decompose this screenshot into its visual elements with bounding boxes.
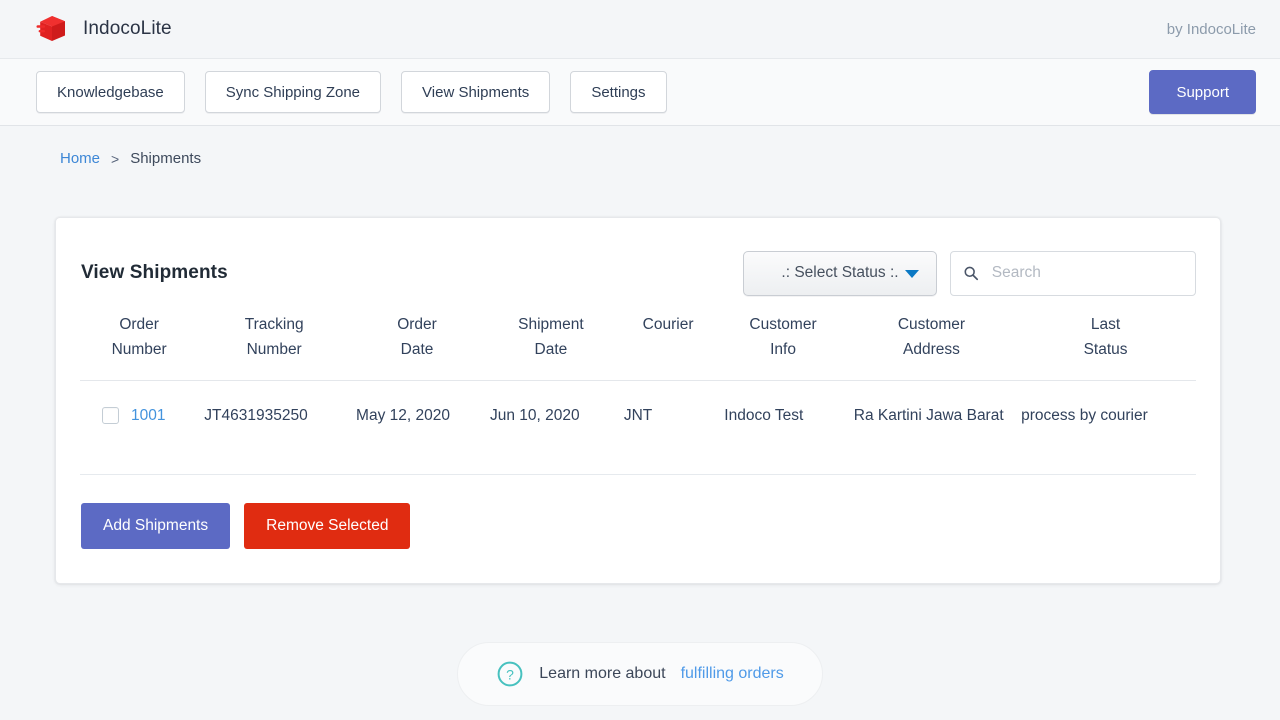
header-line-1: Shipment [518, 316, 584, 333]
header-line-1: Customer [897, 316, 966, 333]
brand-name: IndocoLite [83, 18, 172, 39]
remove-selected-button[interactable]: Remove Selected [244, 503, 411, 550]
help-text: Learn more about [539, 665, 666, 682]
breadcrumb: Home > Shipments [0, 126, 1280, 167]
nav-button-view-shipments[interactable]: View Shipments [401, 71, 551, 113]
breadcrumb-current: Shipments [130, 150, 202, 167]
nav-button-settings[interactable]: Settings [570, 71, 667, 113]
column-header-courier: Courier [617, 304, 719, 382]
search-input[interactable] [989, 263, 1183, 283]
column-header-customer-info: Customer Info [718, 304, 848, 382]
column-header-last-status: Last Status [1015, 304, 1196, 382]
header-line-2: Date [534, 341, 568, 359]
nav-button-sync-shipping-zone[interactable]: Sync Shipping Zone [204, 71, 382, 113]
column-header-order-date: Order Date [350, 304, 484, 382]
header-line-1: Order [397, 316, 437, 333]
search-box[interactable] [950, 250, 1196, 296]
column-header-order-number: Order Number [80, 304, 199, 382]
breadcrumb-separator: > [111, 150, 120, 167]
svg-text:?: ? [506, 666, 514, 682]
header-line-2: Number [111, 341, 167, 359]
cell-order-date: May 12, 2020 [356, 407, 450, 425]
header-line-1: Courier [642, 316, 694, 333]
table-row: 1001 JT4631935250 May 12, 2020 Jun 10, 2… [80, 381, 1196, 455]
cell-customer-info: Indoco Test [724, 407, 804, 425]
column-header-customer-address: Customer Address [847, 304, 1016, 382]
cell-order-number: 1001 [80, 381, 198, 455]
column-header-tracking-number: Tracking Number [198, 304, 351, 382]
question-circle-icon: ? [497, 661, 523, 687]
cell-customer-address: Ra Kartini Jawa Barat [853, 407, 1004, 425]
chevron-down-icon [905, 270, 919, 278]
page-title: View Shipments [81, 262, 228, 283]
breadcrumb-home-link[interactable]: Home [60, 150, 100, 167]
brand: IndocoLite [36, 12, 172, 46]
header-line-2: Number [246, 341, 302, 359]
header-line-2: Status [1083, 341, 1128, 359]
row-select-checkbox[interactable] [102, 407, 119, 425]
table-actions: Add Shipments Remove Selected [80, 503, 1196, 550]
cell-courier: JNT [623, 407, 653, 425]
app-header: IndocoLite by IndocoLite [0, 0, 1280, 58]
cell-tracking-number: JT4631935250 [204, 407, 308, 425]
cell-last-status: process by courier [1021, 407, 1148, 425]
help-pill: ? Learn more about fulfilling orders [457, 642, 823, 706]
support-button[interactable]: Support [1149, 70, 1256, 114]
red-box-cube-icon [36, 16, 65, 41]
shipments-table: Order Number Tracking Number Order Date … [80, 304, 1196, 454]
table-header-row: Order Number Tracking Number Order Date … [80, 304, 1196, 382]
column-header-shipment-date: Shipment Date [483, 304, 618, 382]
header-line-1: Tracking [244, 316, 304, 333]
header-line-1: Last [1090, 316, 1121, 333]
header-line-2: Address [903, 341, 960, 359]
header-line-2: Info [770, 341, 796, 359]
footer-help: ? Learn more about fulfilling orders [0, 642, 1280, 706]
status-filter-select[interactable]: .: Select Status :. [743, 250, 937, 296]
status-filter-value: .: Select Status :. [781, 264, 899, 281]
header-line-1: Order [119, 316, 159, 333]
shipments-card: View Shipments .: Select Status :. Order… [55, 217, 1221, 585]
byline: by IndocoLite [1166, 20, 1256, 38]
add-shipments-button[interactable]: Add Shipments [81, 503, 231, 550]
fulfilling-orders-link[interactable]: fulfilling orders [681, 665, 784, 683]
header-line-1: Customer [749, 316, 817, 333]
primary-nav: Knowledgebase Sync Shipping Zone View Sh… [0, 58, 1280, 126]
nav-button-knowledgebase[interactable]: Knowledgebase [36, 71, 185, 113]
search-icon [964, 266, 979, 281]
card-header: View Shipments .: Select Status :. [80, 248, 1196, 298]
card-header-controls: .: Select Status :. [743, 250, 1196, 296]
order-number-link[interactable]: 1001 [131, 403, 165, 428]
table-bottom-divider [80, 474, 1196, 476]
cell-shipment-date: Jun 10, 2020 [489, 407, 580, 425]
header-line-2: Date [400, 341, 434, 359]
